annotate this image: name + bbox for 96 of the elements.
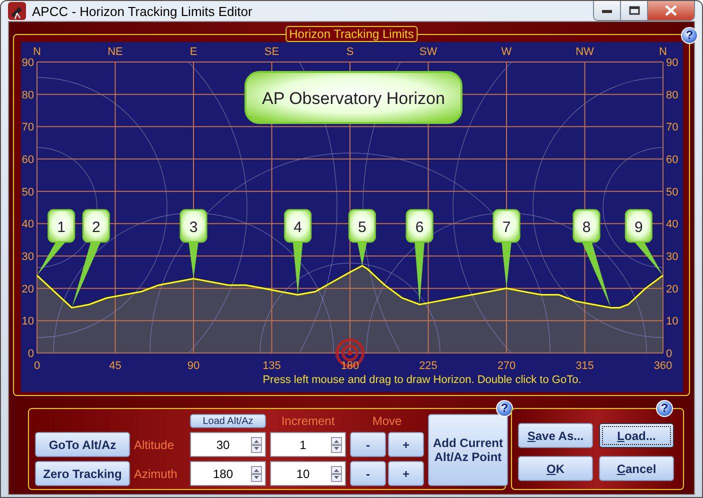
callout-label: 4 bbox=[284, 209, 312, 295]
y-tick-label: 30 bbox=[666, 251, 678, 263]
field-label: Altitude bbox=[134, 438, 176, 452]
annotation: 2 bbox=[92, 218, 100, 236]
y-tick-label: 60 bbox=[666, 154, 678, 166]
y-tick-label: 20 bbox=[666, 283, 678, 296]
compass-label: W bbox=[501, 46, 512, 58]
close-button[interactable] bbox=[648, 1, 694, 20]
y-tick-label: 90 bbox=[22, 57, 34, 69]
maximize-button[interactable] bbox=[621, 1, 648, 20]
increase-button[interactable]: + bbox=[388, 432, 424, 457]
increment-spinbox[interactable]: 10 bbox=[270, 461, 346, 486]
x-tick-label: 0 bbox=[34, 360, 40, 372]
move-header: Move bbox=[371, 414, 403, 428]
x-tick-label: 90 bbox=[187, 360, 200, 372]
field-label: Azimuth bbox=[134, 466, 178, 480]
load-alt-az-button[interactable]: Load Alt/Az bbox=[190, 414, 266, 428]
annotation: 7 bbox=[502, 218, 511, 236]
callout-label: 7 bbox=[492, 209, 520, 288]
y-tick-label: 20 bbox=[22, 283, 34, 296]
annotation: 9 bbox=[634, 218, 643, 236]
minimize-icon bbox=[602, 8, 612, 12]
goto-button[interactable]: GoTo Alt/Az bbox=[35, 432, 130, 457]
increment-spinbox[interactable]: 1 bbox=[270, 432, 346, 457]
spinner-arrows-icon bbox=[251, 466, 262, 482]
zero-tracking-button[interactable]: Zero Tracking bbox=[35, 461, 130, 486]
x-tick-label: 315 bbox=[576, 360, 594, 372]
x-tick-label: 45 bbox=[109, 360, 122, 372]
dialog-button[interactable]: Cancel bbox=[599, 456, 674, 481]
compass-label: S bbox=[346, 46, 354, 58]
decrease-button[interactable]: - bbox=[350, 432, 386, 457]
x-tick-label: 180 bbox=[340, 360, 360, 372]
callout-label: 9 bbox=[624, 209, 663, 276]
compass-label: N bbox=[33, 46, 41, 58]
help-button[interactable]: ? bbox=[681, 27, 698, 44]
annotation: 3 bbox=[189, 218, 198, 236]
compass-label: NE bbox=[108, 46, 123, 58]
compass-label: E bbox=[190, 46, 198, 58]
y-tick-label: 70 bbox=[666, 122, 678, 134]
value-spinbox[interactable]: 180 bbox=[190, 461, 266, 486]
callout-label: 1 bbox=[37, 209, 76, 276]
callout-label: 5 bbox=[348, 209, 376, 266]
annotation: 4 bbox=[294, 218, 302, 236]
y-tick-label: 80 bbox=[666, 89, 678, 102]
compass-label: SE bbox=[264, 46, 280, 58]
maximize-icon bbox=[628, 6, 640, 15]
y-tick-label: 0 bbox=[28, 348, 34, 360]
target-icon bbox=[336, 338, 364, 368]
y-tick-label: 40 bbox=[22, 218, 34, 231]
y-tick-label: 90 bbox=[666, 57, 678, 69]
y-tick-label: 0 bbox=[666, 348, 672, 360]
y-tick-label: 10 bbox=[22, 316, 34, 328]
telescope-icon bbox=[8, 2, 26, 20]
decrease-button[interactable]: - bbox=[350, 461, 386, 486]
y-tick-label: 40 bbox=[666, 218, 678, 231]
horizon-line[interactable] bbox=[36, 264, 664, 308]
window-title: APCC - Horizon Tracking Limits Editor bbox=[32, 4, 252, 18]
y-tick-label: 50 bbox=[22, 186, 34, 198]
compass-label: N bbox=[659, 46, 667, 58]
annotation: 6 bbox=[415, 218, 424, 236]
annotation: 8 bbox=[582, 218, 591, 236]
increase-button[interactable]: + bbox=[388, 461, 424, 486]
callout-label: 2 bbox=[72, 209, 110, 308]
y-tick-label: 70 bbox=[22, 122, 34, 134]
x-tick-label: 270 bbox=[497, 360, 516, 372]
y-tick-label: 10 bbox=[666, 316, 678, 328]
increment-header: Increment bbox=[280, 414, 336, 428]
dialog-button[interactable]: OK bbox=[518, 456, 593, 481]
y-tick-label: 60 bbox=[22, 154, 34, 166]
y-tick-label: 50 bbox=[666, 186, 678, 198]
instruction-text: Press left mouse and drag to draw Horizon. Double click to GoTo. bbox=[262, 374, 582, 386]
panel-title: Horizon Tracking Limits bbox=[285, 26, 418, 42]
dialog-button[interactable]: Save As... bbox=[518, 423, 593, 448]
y-tick-label: 80 bbox=[22, 89, 34, 102]
compass-label: NW bbox=[576, 46, 594, 58]
annotation: 5 bbox=[358, 218, 366, 236]
x-tick-label: 360 bbox=[654, 360, 672, 372]
add-point-button[interactable]: Add Current Alt/Az Point bbox=[428, 414, 508, 486]
help-button[interactable]: ? bbox=[656, 400, 673, 417]
x-tick-label: 225 bbox=[419, 360, 438, 372]
x-tick-label: 135 bbox=[262, 360, 281, 372]
callout-label: 6 bbox=[406, 209, 434, 304]
callout-label: 3 bbox=[180, 209, 208, 279]
spinner-arrows-icon bbox=[331, 466, 342, 482]
value-spinbox[interactable]: 30 bbox=[190, 432, 266, 457]
help-button[interactable]: ? bbox=[496, 400, 513, 417]
minimize-button[interactable] bbox=[594, 1, 621, 20]
close-icon bbox=[665, 5, 677, 16]
spinner-arrows-icon bbox=[331, 436, 342, 452]
dialog-button[interactable]: Load... bbox=[599, 423, 674, 448]
compass-label: SW bbox=[419, 46, 438, 58]
spinner-arrows-icon bbox=[251, 436, 262, 452]
y-tick-label: 30 bbox=[22, 251, 34, 263]
chart-title: AP Observatory Horizon bbox=[244, 71, 462, 124]
callout-label: 8 bbox=[572, 209, 611, 308]
annotation: 1 bbox=[57, 218, 66, 236]
